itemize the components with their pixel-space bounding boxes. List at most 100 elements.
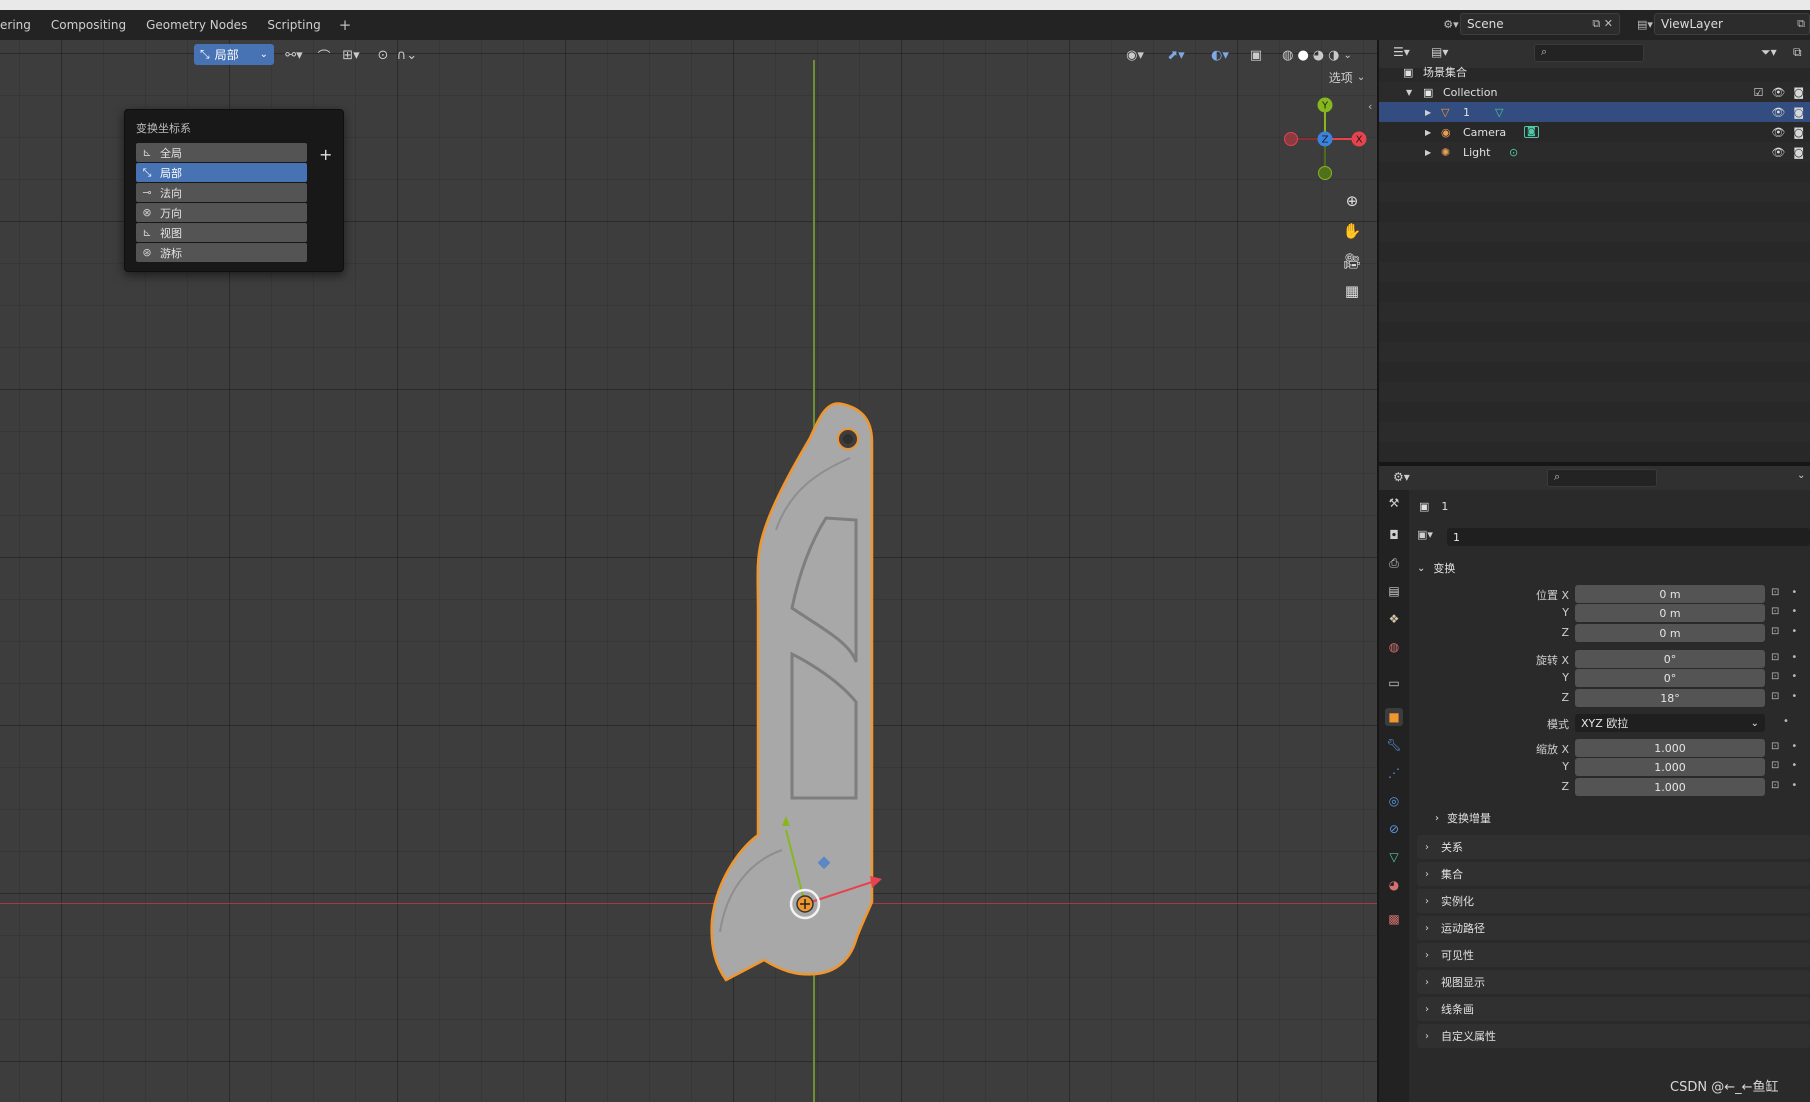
scale-y-field[interactable]: 1.000 <box>1575 758 1765 776</box>
outliner-collection-row[interactable]: ▼ ▣ Collection ☑ 👁︎ ◙ <box>1379 82 1810 102</box>
view-layer-selector[interactable]: ViewLayer ⧉ <box>1654 13 1810 35</box>
properties-search-input[interactable]: ⌕ <box>1547 469 1657 487</box>
camera-render-icon[interactable]: ◙ <box>1793 126 1804 139</box>
orientation-item-global[interactable]: ⊾ 全局 <box>136 143 307 162</box>
scale-z-lock[interactable]: ⊡ • <box>1771 780 1797 791</box>
expand-triangle-icon[interactable]: ▶ <box>1425 148 1431 157</box>
rendered-shading-icon[interactable]: ◑ <box>1328 48 1339 63</box>
object-name-field[interactable]: 1 <box>1447 528 1810 546</box>
delta-transform-subpanel[interactable]: › 变换增量 <box>1435 810 1491 826</box>
orientation-item-normal[interactable]: ⊸ 法向 <box>136 183 307 202</box>
output-tab-icon[interactable]: ⎙ <box>1385 554 1403 572</box>
orientation-item-cursor[interactable]: ⊛ 游标 <box>136 243 307 262</box>
outliner-search-input[interactable]: ⌕ <box>1534 44 1644 62</box>
panel-motion-paths[interactable]: › 运动路径 <box>1417 916 1810 940</box>
camera-render-icon[interactable]: ◙ <box>1793 106 1804 119</box>
workspace-tab-scripting[interactable]: Scripting <box>257 10 330 40</box>
snap-target-icon[interactable]: ⊞▾ <box>336 44 366 66</box>
chevron-down-icon[interactable]: ⌄ <box>1797 470 1805 481</box>
rotation-z-lock[interactable]: ⊡ • <box>1771 691 1797 702</box>
world-tab-icon[interactable]: ◍ <box>1385 638 1403 656</box>
transform-panel-header[interactable]: ⌄ 变换 <box>1417 560 1455 576</box>
camera-view-icon[interactable]: 🎥︎ <box>1341 250 1363 272</box>
collection-tab-icon[interactable]: ▭ <box>1385 674 1403 692</box>
transform-orientation-dropdown[interactable]: ⤡ 局部 ⌄ <box>194 44 274 65</box>
snap-toggle-icon[interactable]: ⌒ <box>314 44 334 66</box>
panel-custom-properties[interactable]: › 自定义属性 <box>1417 1024 1810 1048</box>
camera-render-icon[interactable]: ◙ <box>1793 86 1804 99</box>
scene-tab-icon[interactable]: ❖ <box>1385 610 1403 628</box>
material-tab-icon[interactable]: ◕ <box>1385 876 1403 894</box>
overlay-toggle-icon[interactable]: ◐▾ <box>1202 44 1238 66</box>
location-x-lock[interactable]: ⊡ • <box>1771 587 1797 598</box>
camera-render-icon[interactable]: ◙ <box>1793 146 1804 159</box>
zoom-icon[interactable]: ⊕ <box>1341 190 1363 212</box>
texture-tab-icon[interactable]: ▩ <box>1385 910 1403 928</box>
workspace-tab-compositing[interactable]: Compositing <box>41 10 136 40</box>
constraints-tab-icon[interactable]: ⊘ <box>1385 820 1403 838</box>
rotation-x-field[interactable]: 0° <box>1575 650 1765 668</box>
expand-triangle-icon[interactable]: ▼ <box>1406 88 1412 97</box>
rotation-z-field[interactable]: 18° <box>1575 689 1765 707</box>
pan-hand-icon[interactable]: ✋ <box>1341 220 1363 242</box>
workspace-tab-rendering[interactable]: ering <box>0 10 41 40</box>
panel-line-art[interactable]: › 线条画 <box>1417 997 1810 1021</box>
selected-mesh-object[interactable] <box>700 380 920 1020</box>
scene-selector[interactable]: Scene ⧉ ✕ <box>1460 13 1620 35</box>
exclude-checkbox-icon[interactable]: ☑ <box>1753 86 1763 99</box>
orientation-item-view[interactable]: ⊾ 视图 <box>136 223 307 242</box>
wireframe-shading-icon[interactable]: ◍ <box>1282 48 1293 63</box>
shading-mode-buttons[interactable]: ◍ ● ◕ ◑ ⌄ <box>1272 44 1362 66</box>
object-datablock-icon[interactable]: ▣▾ <box>1417 528 1447 546</box>
xray-toggle-icon[interactable]: ▣ <box>1246 44 1266 66</box>
shading-options-icon[interactable]: ⌄ <box>1343 50 1351 61</box>
scale-x-lock[interactable]: ⊡ • <box>1771 741 1797 752</box>
orientation-item-gimbal[interactable]: ⊗ 万向 <box>136 203 307 222</box>
data-tab-icon[interactable]: ▽ <box>1385 848 1403 866</box>
scale-y-lock[interactable]: ⊡ • <box>1771 760 1797 771</box>
ortho-grid-icon[interactable]: ▦ <box>1341 280 1363 302</box>
editor-type-icon[interactable]: ☰▾ <box>1393 45 1410 59</box>
expand-triangle-icon[interactable]: ▶ <box>1425 128 1431 137</box>
material-shading-icon[interactable]: ◕ <box>1313 48 1324 63</box>
falloff-curve-icon[interactable]: ∩⌄ <box>394 44 420 66</box>
orientation-item-local[interactable]: ⤡ 局部 <box>136 163 307 182</box>
rotation-y-field[interactable]: 0° <box>1575 669 1765 687</box>
3d-viewport[interactable]: ⤡ 局部 ⌄ ⚯▾ ⌒ ⊞▾ ⊙ ∩⌄ ◉▾ ⬈▾ ◐▾ ▣ ◍ ● ◕ ◑ ⌄… <box>0 40 1378 1102</box>
scale-z-field[interactable]: 1.000 <box>1575 778 1765 796</box>
filter-icon[interactable]: ⏷▾ <box>1761 45 1777 60</box>
solid-shading-icon[interactable]: ● <box>1297 48 1308 63</box>
outliner-scene-collection-row[interactable]: ▣ 场景集合 <box>1379 62 1810 82</box>
new-view-layer-icon[interactable]: ⧉ <box>1797 17 1805 31</box>
visibility-selectability-icon[interactable]: ◉▾ <box>1120 44 1150 66</box>
outliner-object-row[interactable]: ▶ ◉ Camera ◙ 👁︎ ◙ <box>1379 122 1810 142</box>
panel-collections[interactable]: › 集合 <box>1417 862 1810 886</box>
panel-visibility[interactable]: › 可见性 <box>1417 943 1810 967</box>
eye-icon[interactable]: 👁︎ <box>1771 106 1785 119</box>
object-tab-icon[interactable]: ■ <box>1385 708 1403 726</box>
view-layer-tab-icon[interactable]: ▤ <box>1385 582 1403 600</box>
location-z-lock[interactable]: ⊡ • <box>1771 626 1797 637</box>
eye-icon[interactable]: 👁︎ <box>1771 126 1785 139</box>
physics-tab-icon[interactable]: ◎ <box>1385 792 1403 810</box>
display-mode-icon[interactable]: ▤▾ <box>1431 45 1448 59</box>
panel-relations[interactable]: › 关系 <box>1417 835 1810 859</box>
rotation-y-lock[interactable]: ⊡ • <box>1771 671 1797 682</box>
add-workspace-button[interactable]: + <box>331 16 360 34</box>
panel-instancing[interactable]: › 实例化 <box>1417 889 1810 913</box>
workspace-tab-geometry-nodes[interactable]: Geometry Nodes <box>136 10 257 40</box>
new-scene-icon[interactable]: ⧉ ✕ <box>1592 17 1613 31</box>
location-z-field[interactable]: 0 m <box>1575 624 1765 642</box>
rotation-mode-keyframe[interactable]: • <box>1783 716 1789 727</box>
editor-type-icon[interactable]: ⚙▾ <box>1393 470 1410 484</box>
modifier-tab-icon[interactable]: 🔧︎ <box>1385 736 1403 754</box>
particles-tab-icon[interactable]: ⋰ <box>1385 764 1403 782</box>
location-y-field[interactable]: 0 m <box>1575 604 1765 622</box>
sidebar-toggle-icon[interactable]: ‹ <box>1368 100 1372 113</box>
eye-icon[interactable]: 👁︎ <box>1771 86 1785 99</box>
render-tab-icon[interactable]: ◘ <box>1385 526 1403 544</box>
expand-triangle-icon[interactable]: ▶ <box>1425 108 1431 117</box>
new-collection-icon[interactable]: ⧉ <box>1793 45 1802 60</box>
tool-tab-icon[interactable]: ⚒ <box>1385 494 1403 512</box>
scale-x-field[interactable]: 1.000 <box>1575 739 1765 757</box>
